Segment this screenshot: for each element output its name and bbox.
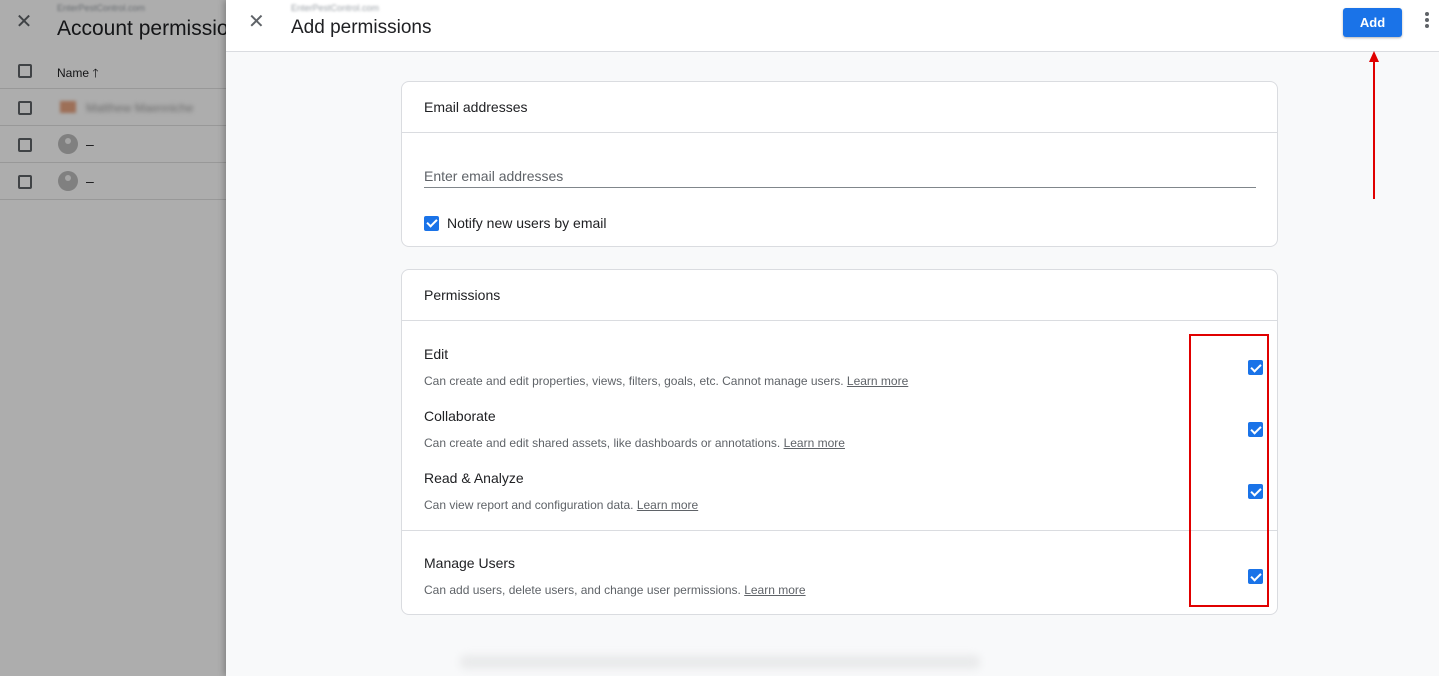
- panel-subtitle: EnterPestControl.com: [291, 3, 380, 13]
- close-icon[interactable]: ✕: [248, 12, 265, 32]
- blurred-footer: [460, 655, 980, 669]
- add-permissions-header: ✕ EnterPestControl.com Add permissions A…: [226, 0, 1439, 52]
- page-title: Add permissions: [291, 17, 432, 38]
- permission-description: Can view report and configuration data. …: [424, 498, 699, 512]
- add-permissions-panel: ✕ EnterPestControl.com Add permissions A…: [226, 0, 1439, 676]
- permission-collaborate: Collaborate Can create and edit shared a…: [424, 408, 1263, 450]
- email-card-title: Email addresses: [402, 82, 1277, 133]
- divider: [402, 530, 1277, 531]
- learn-more-link[interactable]: Learn more: [847, 374, 908, 388]
- annotation-arrow-line: [1373, 60, 1375, 199]
- notify-checkbox[interactable]: [424, 215, 439, 231]
- notify-row[interactable]: Notify new users by email: [424, 214, 607, 232]
- learn-more-link[interactable]: Learn more: [784, 436, 845, 450]
- modal-scrim[interactable]: [0, 0, 226, 676]
- permission-name: Read & Analyze: [424, 470, 524, 486]
- permission-description: Can create and edit properties, views, f…: [424, 374, 909, 388]
- add-button[interactable]: Add: [1343, 8, 1402, 37]
- permission-name: Edit: [424, 346, 449, 362]
- permission-edit: Edit Can create and edit properties, vie…: [424, 346, 1263, 388]
- learn-more-link[interactable]: Learn more: [744, 583, 805, 597]
- permissions-card: Permissions Edit Can create and edit pro…: [401, 269, 1278, 615]
- notify-label: Notify new users by email: [447, 215, 607, 231]
- email-addresses-card: Email addresses Notify new users by emai…: [401, 81, 1278, 247]
- permission-name: Collaborate: [424, 408, 496, 424]
- permission-description: Can create and edit shared assets, like …: [424, 436, 845, 450]
- annotation-highlight-box: [1189, 334, 1269, 607]
- permission-read-analyze: Read & Analyze Can view report and confi…: [424, 470, 1263, 512]
- permissions-card-title: Permissions: [402, 270, 1277, 321]
- permission-description: Can add users, delete users, and change …: [424, 583, 806, 597]
- email-input[interactable]: [424, 164, 1256, 188]
- learn-more-link[interactable]: Learn more: [637, 498, 698, 512]
- more-vert-icon[interactable]: [1419, 10, 1435, 34]
- permission-manage-users: Manage Users Can add users, delete users…: [424, 555, 1263, 597]
- permission-name: Manage Users: [424, 555, 516, 571]
